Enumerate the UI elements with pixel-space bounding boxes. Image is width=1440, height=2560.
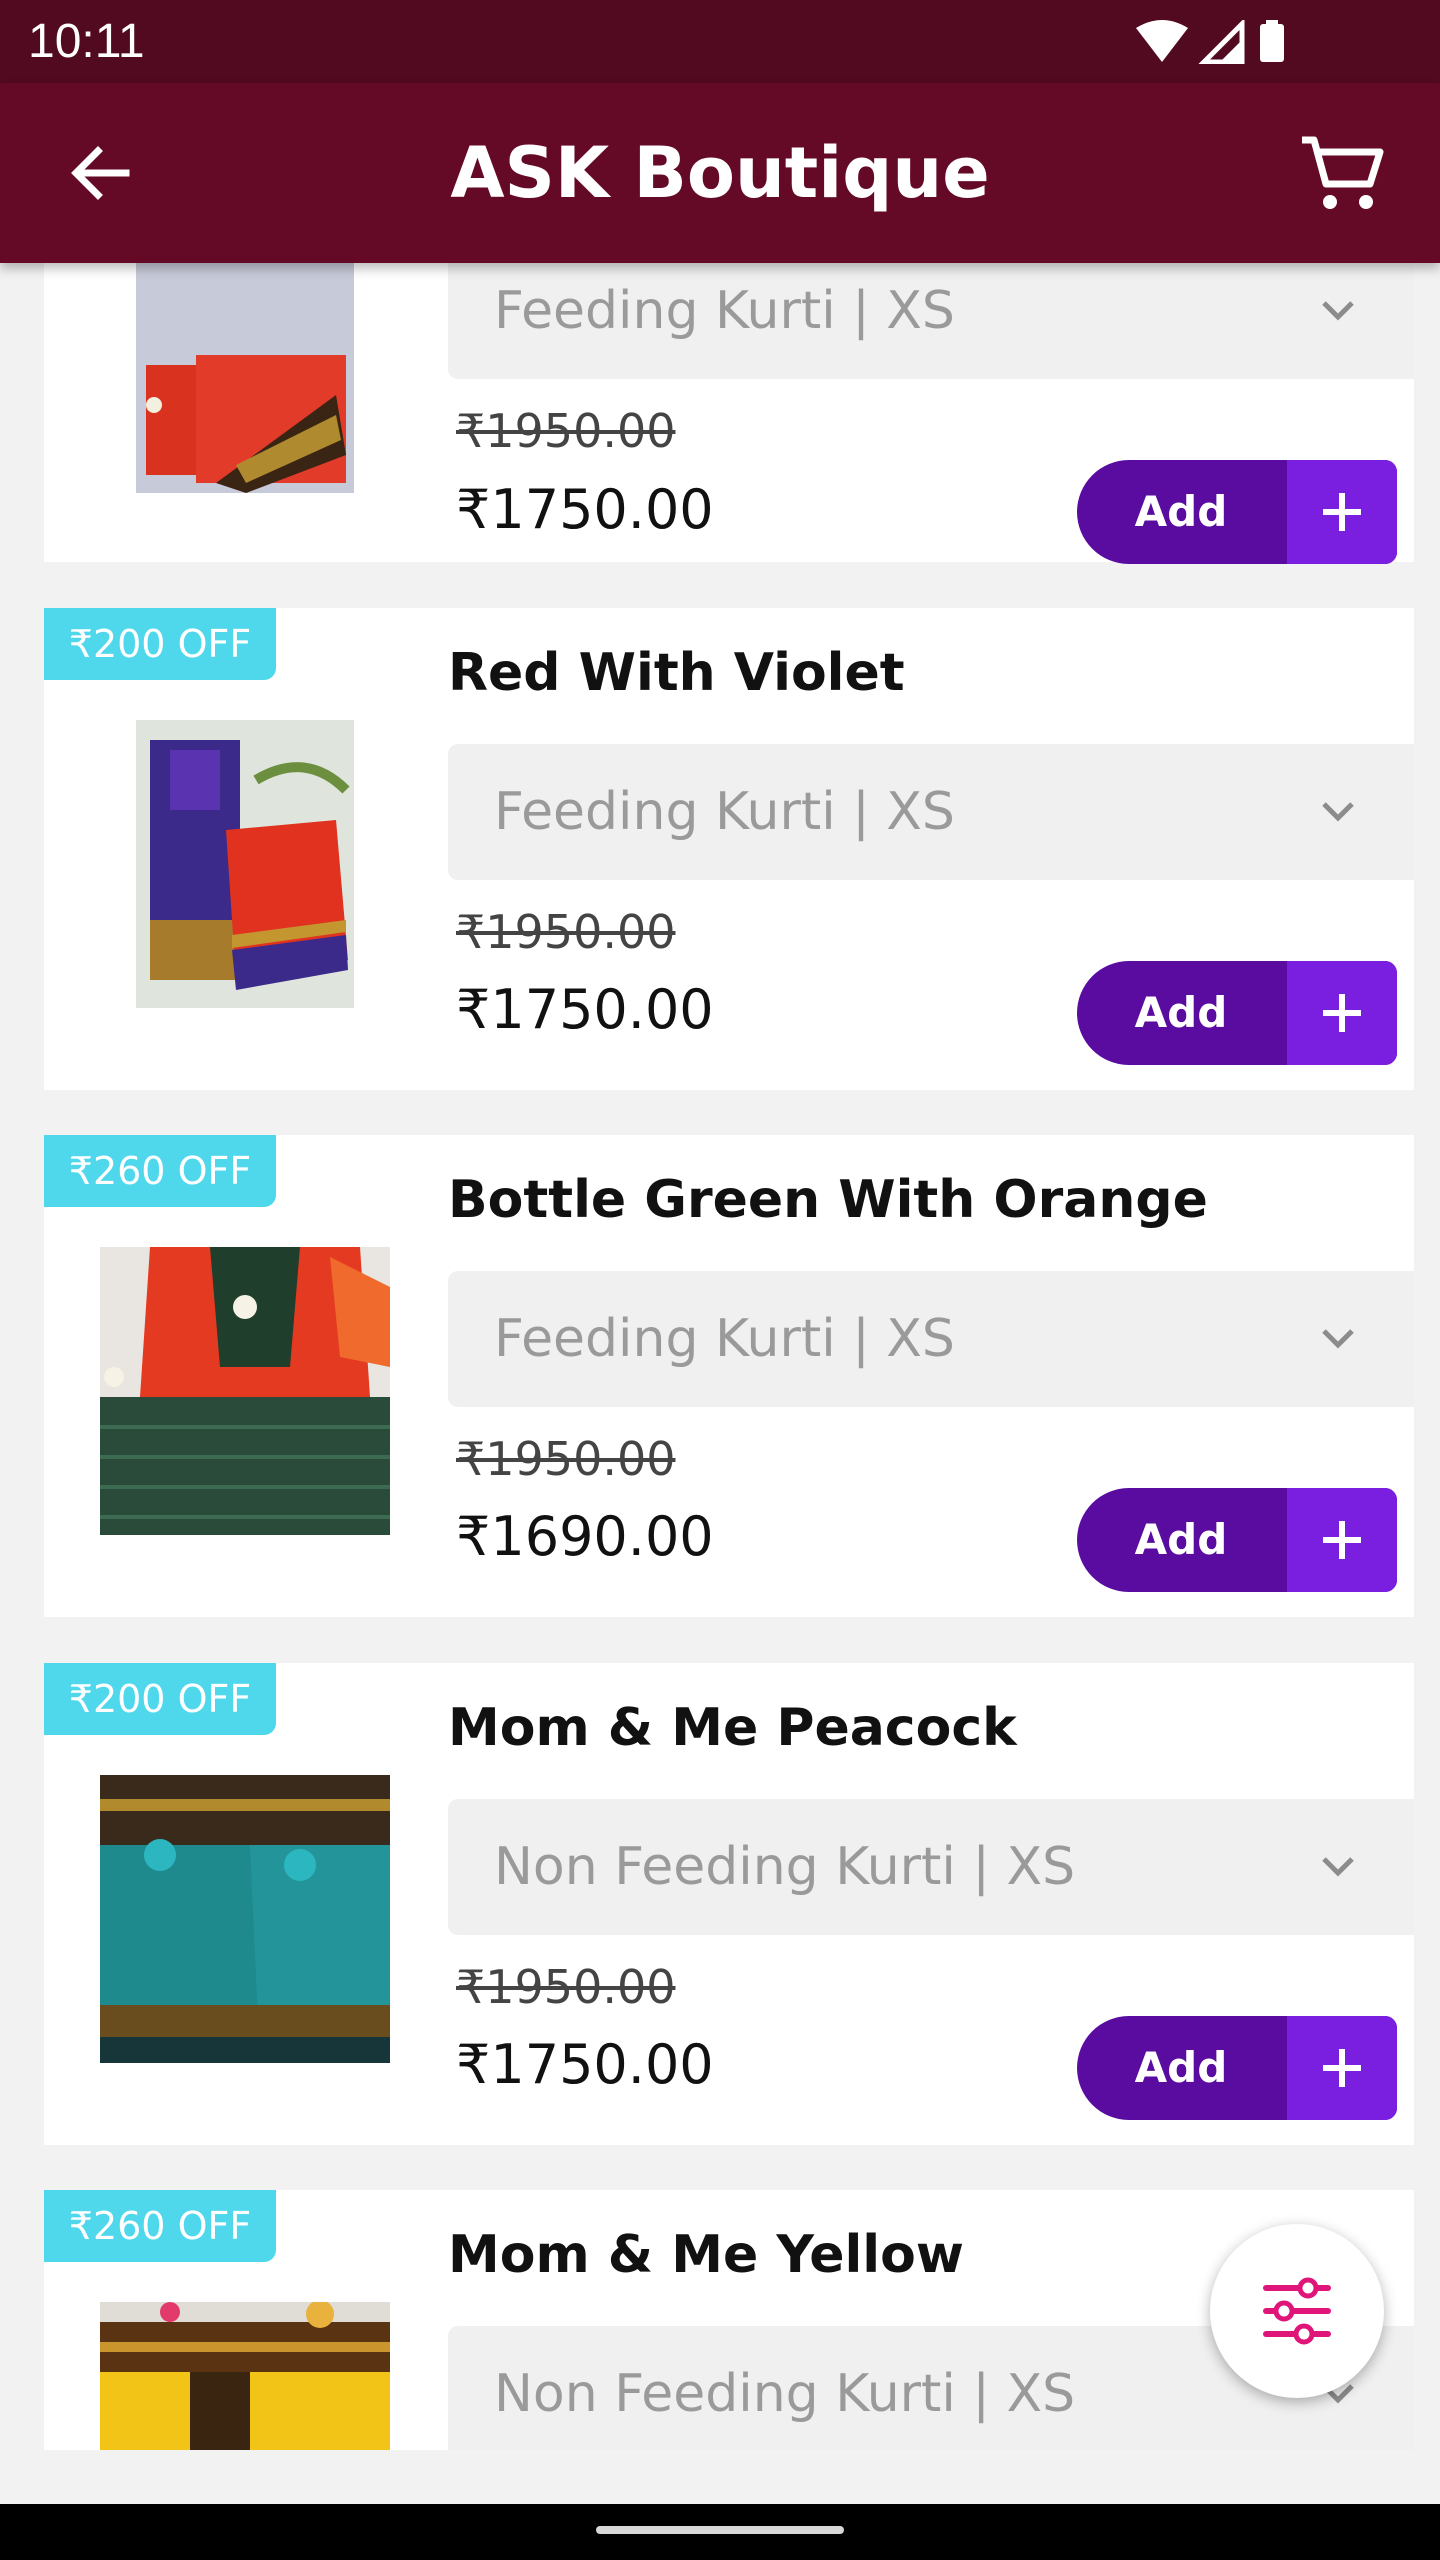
product-card[interactable]: ₹200 OFF Red With Violet Feeding Kurti |… xyxy=(44,608,1414,1090)
filter-button[interactable] xyxy=(1210,2224,1384,2398)
add-button-label: Add xyxy=(1134,1515,1228,1564)
add-to-cart-button[interactable]: Add xyxy=(1077,961,1397,1065)
variant-label: Feeding Kurti | XS xyxy=(494,782,955,842)
variant-label: Non Feeding Kurti | XS xyxy=(494,2364,1076,2424)
discount-badge: ₹200 OFF xyxy=(44,1663,276,1735)
chevron-down-icon xyxy=(1322,802,1354,822)
variant-dropdown[interactable]: Feeding Kurti | XS xyxy=(448,744,1414,880)
chevron-down-icon xyxy=(1322,1329,1354,1349)
wifi-icon xyxy=(1136,20,1188,62)
sale-price: ₹1690.00 xyxy=(456,1505,714,1568)
status-time: 10:11 xyxy=(28,15,145,68)
app-title: ASK Boutique xyxy=(450,132,990,214)
home-indicator[interactable] xyxy=(596,2526,844,2534)
discount-badge: ₹260 OFF xyxy=(44,1135,276,1207)
product-title[interactable]: Bottle Green With Orange xyxy=(448,1165,1208,1235)
chevron-down-icon xyxy=(1322,1857,1354,1877)
add-button-label: Add xyxy=(1134,2043,1228,2092)
discount-badge: ₹200 OFF xyxy=(44,608,276,680)
original-price: ₹1950.00 xyxy=(456,1432,676,1486)
product-image[interactable] xyxy=(136,263,354,493)
product-card[interactable]: ₹200 OFF Mom & Me Peacock Non Feeding Ku… xyxy=(44,1663,1414,2145)
chevron-down-icon xyxy=(1322,301,1354,321)
add-to-cart-button[interactable]: Add xyxy=(1077,1488,1397,1592)
product-image[interactable] xyxy=(100,1775,390,2063)
sliders-icon xyxy=(1263,2277,1331,2345)
product-card[interactable]: Feeding Kurti | XS ₹1950.00 ₹1750.00 Add xyxy=(44,263,1414,564)
plus-icon xyxy=(1287,460,1397,564)
product-image[interactable] xyxy=(100,1247,390,1535)
discount-badge: ₹260 OFF xyxy=(44,2190,276,2262)
add-to-cart-button[interactable]: Add xyxy=(1077,2016,1397,2120)
plus-icon xyxy=(1287,961,1397,1065)
app-bar: ASK Boutique xyxy=(0,83,1440,263)
add-button-label: Add xyxy=(1134,988,1228,1037)
status-bar: 10:11 xyxy=(0,0,1440,83)
product-image[interactable] xyxy=(136,720,354,1008)
sale-price: ₹1750.00 xyxy=(456,478,714,541)
status-icons xyxy=(1132,20,1342,64)
product-image[interactable] xyxy=(100,2302,390,2450)
cart-button[interactable] xyxy=(1294,129,1390,219)
variant-label: Feeding Kurti | XS xyxy=(494,281,955,341)
cart-icon xyxy=(1302,136,1384,209)
product-title[interactable]: Mom & Me Yellow xyxy=(448,2220,964,2290)
add-button-label: Add xyxy=(1134,487,1228,536)
original-price: ₹1950.00 xyxy=(456,905,676,959)
add-to-cart-button[interactable]: Add xyxy=(1077,460,1397,564)
variant-dropdown[interactable]: Feeding Kurti | XS xyxy=(448,1271,1414,1407)
system-nav-bar xyxy=(0,2504,1440,2560)
variant-dropdown[interactable]: Non Feeding Kurti | XS xyxy=(448,1799,1414,1935)
variant-dropdown[interactable]: Feeding Kurti | XS xyxy=(448,263,1414,379)
product-title[interactable]: Mom & Me Peacock xyxy=(448,1693,1017,1763)
product-title[interactable]: Red With Violet xyxy=(448,638,905,708)
battery-icon xyxy=(1260,24,1284,62)
variant-label: Non Feeding Kurti | XS xyxy=(494,1837,1076,1897)
plus-icon xyxy=(1287,2016,1397,2120)
original-price: ₹1950.00 xyxy=(456,1960,676,2014)
product-card[interactable]: ₹260 OFF Mom & Me Yellow Non Feeding Kur… xyxy=(44,2190,1414,2450)
plus-icon xyxy=(1287,1488,1397,1592)
sale-price: ₹1750.00 xyxy=(456,978,714,1041)
product-list[interactable]: Feeding Kurti | XS ₹1950.00 ₹1750.00 Add… xyxy=(0,263,1440,2450)
product-card[interactable]: ₹260 OFF Bottle Green With Orange Feedin… xyxy=(44,1135,1414,1617)
variant-label: Feeding Kurti | XS xyxy=(494,1309,955,1369)
sale-price: ₹1750.00 xyxy=(456,2033,714,2096)
original-price: ₹1950.00 xyxy=(456,404,676,458)
